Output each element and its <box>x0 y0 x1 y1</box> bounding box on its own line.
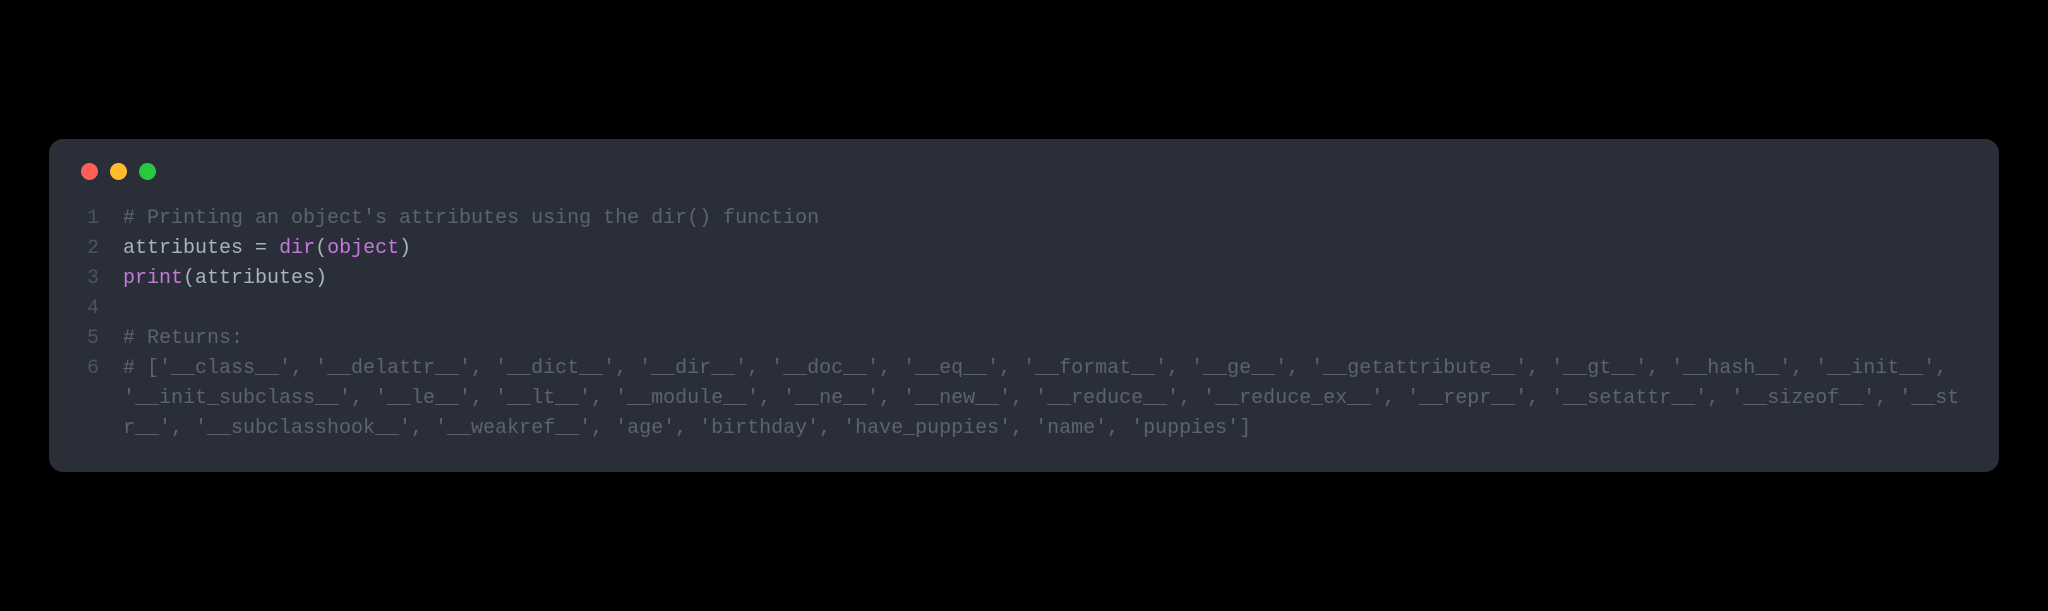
close-icon[interactable] <box>81 163 98 180</box>
code-punct: ( <box>315 237 327 260</box>
code-space <box>267 237 279 260</box>
code-punct: ) <box>315 267 327 290</box>
maximize-icon[interactable] <box>139 163 156 180</box>
code-line: 5 # Returns: <box>77 324 1971 354</box>
line-content: # Printing an object's attributes using … <box>123 204 1971 234</box>
line-content: attributes = dir(object) <box>123 234 1971 264</box>
code-comment: # ['__class__', '__delattr__', '__dict__… <box>123 357 1959 440</box>
minimize-icon[interactable] <box>110 163 127 180</box>
line-number: 3 <box>77 264 99 294</box>
line-number: 5 <box>77 324 99 354</box>
code-line: 3 print(attributes) <box>77 264 1971 294</box>
code-window: 1 # Printing an object's attributes usin… <box>49 139 1999 472</box>
code-line: 2 attributes = dir(object) <box>77 234 1971 264</box>
line-number: 2 <box>77 234 99 264</box>
line-number: 1 <box>77 204 99 234</box>
code-comment: # Returns: <box>123 327 243 350</box>
line-content: # ['__class__', '__delattr__', '__dict__… <box>123 354 1971 444</box>
code-punct: ) <box>399 237 411 260</box>
code-line: 4 <box>77 294 1971 324</box>
code-keyword: object <box>327 237 399 260</box>
line-number: 4 <box>77 294 99 324</box>
code-space <box>243 237 255 260</box>
code-builtin: print <box>123 267 183 290</box>
line-number: 6 <box>77 354 99 384</box>
code-builtin: dir <box>279 237 315 260</box>
line-content: # Returns: <box>123 324 1971 354</box>
code-comment: # Printing an object's attributes using … <box>123 207 819 230</box>
code-block: 1 # Printing an object's attributes usin… <box>77 204 1971 444</box>
code-line: 6 # ['__class__', '__delattr__', '__dict… <box>77 354 1971 444</box>
code-line: 1 # Printing an object's attributes usin… <box>77 204 1971 234</box>
code-punct: ( <box>183 267 195 290</box>
code-identifier: attributes <box>195 267 315 290</box>
code-identifier: attributes <box>123 237 243 260</box>
code-operator: = <box>255 237 267 260</box>
line-content: print(attributes) <box>123 264 1971 294</box>
traffic-lights <box>77 163 1971 180</box>
